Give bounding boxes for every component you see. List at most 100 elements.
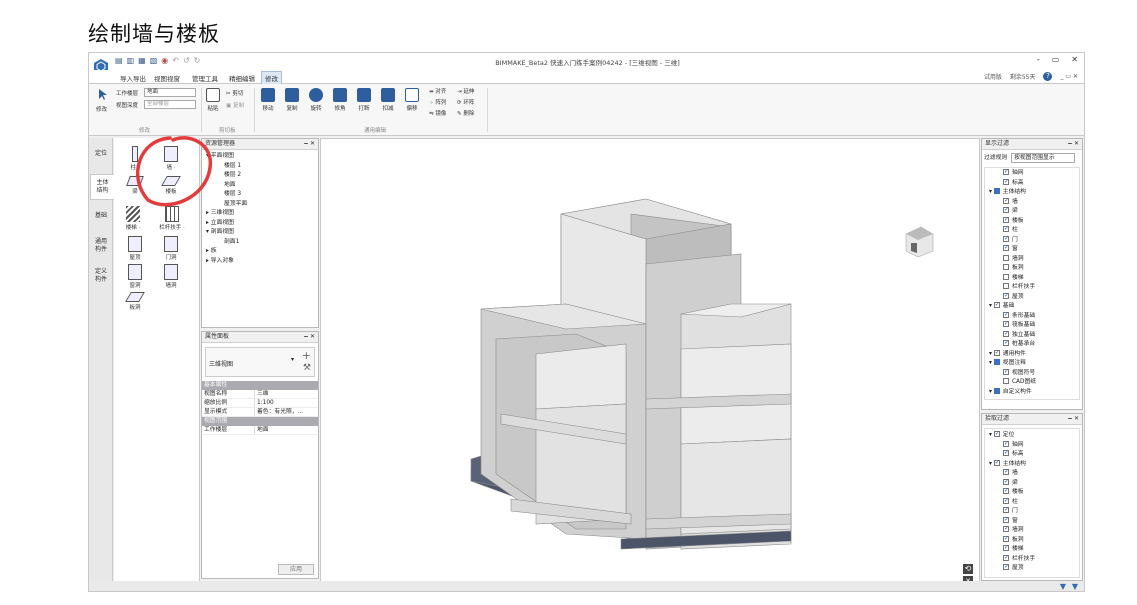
checkbox[interactable] bbox=[993, 348, 1000, 357]
menu-manage-tools[interactable]: 管理工具 bbox=[189, 72, 221, 84]
filter-item[interactable]: ▾ 基础 bbox=[987, 300, 1077, 312]
filter-item[interactable]: 窗 bbox=[987, 243, 1077, 255]
filter-item[interactable]: 板洞 bbox=[987, 264, 1077, 274]
tree-level-2[interactable]: 楼层 2 bbox=[206, 171, 314, 181]
paste-button[interactable]: 粘贴 bbox=[205, 88, 221, 112]
tree-roof-plan[interactable]: 屋顶平面 bbox=[206, 200, 314, 210]
panel-pin-close-icon[interactable]: 🗕 ✕ bbox=[1068, 139, 1079, 149]
filter-item[interactable]: 墙洞 bbox=[987, 254, 1077, 265]
checkbox[interactable] bbox=[1003, 234, 1009, 243]
checkbox[interactable] bbox=[1003, 338, 1009, 348]
dropdown-arrow-icon[interactable]: ▾ bbox=[291, 356, 294, 363]
checkbox[interactable] bbox=[1003, 329, 1009, 338]
3d-viewport[interactable]: ⟲ ✕ bbox=[320, 138, 980, 591]
checkbox[interactable] bbox=[1003, 543, 1009, 553]
apply-button[interactable]: 应用 bbox=[278, 564, 314, 575]
checkbox[interactable] bbox=[1003, 534, 1009, 543]
view-depth-select[interactable]: 全部楼层 bbox=[144, 100, 196, 109]
close-button[interactable]: ✕ bbox=[1071, 55, 1078, 64]
panel-pin-close-icon[interactable]: 🗕 ✕ bbox=[304, 139, 315, 149]
filter-item[interactable]: 柱 bbox=[987, 496, 1077, 508]
filter-item[interactable]: 楼梯 bbox=[987, 543, 1077, 555]
filter-item[interactable]: 板洞 bbox=[987, 534, 1077, 546]
tab-general-component[interactable]: 通用 构件 bbox=[90, 238, 112, 254]
checkbox[interactable] bbox=[1003, 243, 1009, 253]
copy-clipboard-button[interactable]: ▣ 复制 bbox=[226, 101, 244, 109]
working-level-select[interactable]: 地面 bbox=[144, 88, 196, 97]
checkbox[interactable] bbox=[1003, 196, 1009, 205]
tree-section-1[interactable]: 剖面1 bbox=[206, 238, 314, 248]
filter-item[interactable]: 梁 bbox=[987, 205, 1077, 217]
type-selector[interactable]: 三维视图 ▾ + ⚒ bbox=[205, 347, 315, 377]
menu-view-window[interactable]: 视图视窗 bbox=[151, 72, 183, 84]
wall-opening-tool[interactable]: 墙洞 bbox=[158, 264, 184, 289]
minimize-button[interactable]: - bbox=[1037, 55, 1040, 64]
checkbox[interactable] bbox=[1003, 264, 1009, 270]
filter-item[interactable]: ▾ 自定义构件 bbox=[987, 387, 1077, 398]
tab-positioning[interactable]: 定位 bbox=[90, 150, 112, 158]
checkbox[interactable] bbox=[1003, 310, 1009, 319]
tree-imported-objects[interactable]: ▸ 导入对象 bbox=[206, 257, 314, 267]
view-cube[interactable] bbox=[905, 226, 934, 258]
checkbox[interactable] bbox=[1003, 283, 1009, 289]
door-opening-tool[interactable]: 门洞 bbox=[158, 236, 184, 261]
tree-elevation-views[interactable]: ▸ 立面视图 bbox=[206, 219, 314, 229]
filter-item[interactable]: 楼板 bbox=[987, 215, 1077, 227]
delete-button[interactable]: ✎ 删除 bbox=[457, 109, 474, 117]
checkbox[interactable] bbox=[993, 429, 1000, 439]
filter-item[interactable]: ▾ 主体结构 bbox=[987, 458, 1077, 470]
menu-modify[interactable]: 修改 bbox=[261, 71, 282, 84]
filter-item[interactable]: 条形基础 bbox=[987, 310, 1077, 322]
filter-alt-icon[interactable]: ▼ bbox=[1072, 582, 1078, 591]
maximize-button[interactable]: ▭ bbox=[1052, 55, 1060, 64]
checkbox[interactable] bbox=[1003, 467, 1009, 477]
array-button[interactable]: ⁘ 阵列 bbox=[429, 98, 446, 106]
checkbox[interactable] bbox=[1003, 254, 1009, 261]
filter-item[interactable]: 筏板基础 bbox=[987, 319, 1077, 331]
help-icon[interactable]: ? bbox=[1043, 72, 1053, 81]
checkbox[interactable] bbox=[1003, 448, 1009, 458]
filter-item[interactable]: ▾ 主体结构 bbox=[987, 188, 1077, 198]
checkbox[interactable] bbox=[993, 387, 1000, 394]
tree-ground[interactable]: 地面 bbox=[206, 181, 314, 191]
doc-minimize-button[interactable]: _ ▭ ✕ bbox=[1060, 73, 1078, 80]
checkbox[interactable] bbox=[993, 188, 1000, 194]
filter-item[interactable]: 视图符号 bbox=[987, 367, 1077, 379]
filter-item[interactable]: 门 bbox=[987, 505, 1077, 517]
panel-pin-close-icon[interactable]: 🗕 ✕ bbox=[1068, 414, 1079, 424]
filter-icon[interactable]: ▼ bbox=[1060, 582, 1066, 591]
checkbox[interactable] bbox=[993, 359, 1000, 365]
filter-item[interactable]: ▾ 通用构件 bbox=[987, 348, 1077, 360]
checkbox[interactable] bbox=[1003, 367, 1009, 376]
filter-item[interactable]: 标高 bbox=[987, 448, 1077, 460]
checkbox[interactable] bbox=[1003, 224, 1009, 234]
checkbox[interactable] bbox=[1003, 177, 1009, 186]
move-button[interactable]: 移动 bbox=[259, 88, 277, 112]
filter-rule-select[interactable]: 按视图范围显示 bbox=[1011, 153, 1076, 163]
checkbox[interactable] bbox=[993, 458, 1000, 467]
copy-button[interactable]: 复制 bbox=[283, 88, 301, 112]
checkbox[interactable] bbox=[1003, 486, 1009, 496]
filter-item[interactable]: 墙洞 bbox=[987, 524, 1077, 536]
checkbox[interactable] bbox=[1003, 553, 1009, 562]
filter-item[interactable]: 窗 bbox=[987, 515, 1077, 527]
checkbox[interactable] bbox=[1003, 215, 1009, 224]
subtract-button[interactable]: 扣减 bbox=[379, 88, 397, 112]
filter-item[interactable]: 柱 bbox=[987, 224, 1077, 236]
filter-item[interactable]: ▾ 定位 bbox=[987, 429, 1077, 441]
checkbox[interactable] bbox=[1003, 562, 1009, 572]
filter-item[interactable]: 墙 bbox=[987, 196, 1077, 208]
tree-3d-views[interactable]: ▸ 三维视图 bbox=[206, 209, 314, 219]
filter-item[interactable]: 标高 bbox=[987, 177, 1077, 189]
modify-button[interactable]: 修改 bbox=[96, 105, 107, 113]
filter-item[interactable]: 轴网 bbox=[987, 439, 1077, 451]
checkbox[interactable] bbox=[1003, 496, 1009, 505]
tab-main-structure[interactable]: 主体 结构 bbox=[90, 174, 114, 200]
filter-item[interactable]: CAD图纸 bbox=[987, 378, 1077, 388]
filter-item[interactable]: 桩基承台 bbox=[987, 338, 1077, 350]
offset-button[interactable]: 偏移 bbox=[403, 88, 421, 112]
filter-item[interactable]: 梁 bbox=[987, 477, 1077, 489]
tab-custom-component[interactable]: 定义 构件 bbox=[90, 268, 112, 284]
cut-button[interactable]: ✂ 剪切 bbox=[226, 89, 243, 97]
filter-item[interactable]: 屋顶 bbox=[987, 291, 1077, 303]
